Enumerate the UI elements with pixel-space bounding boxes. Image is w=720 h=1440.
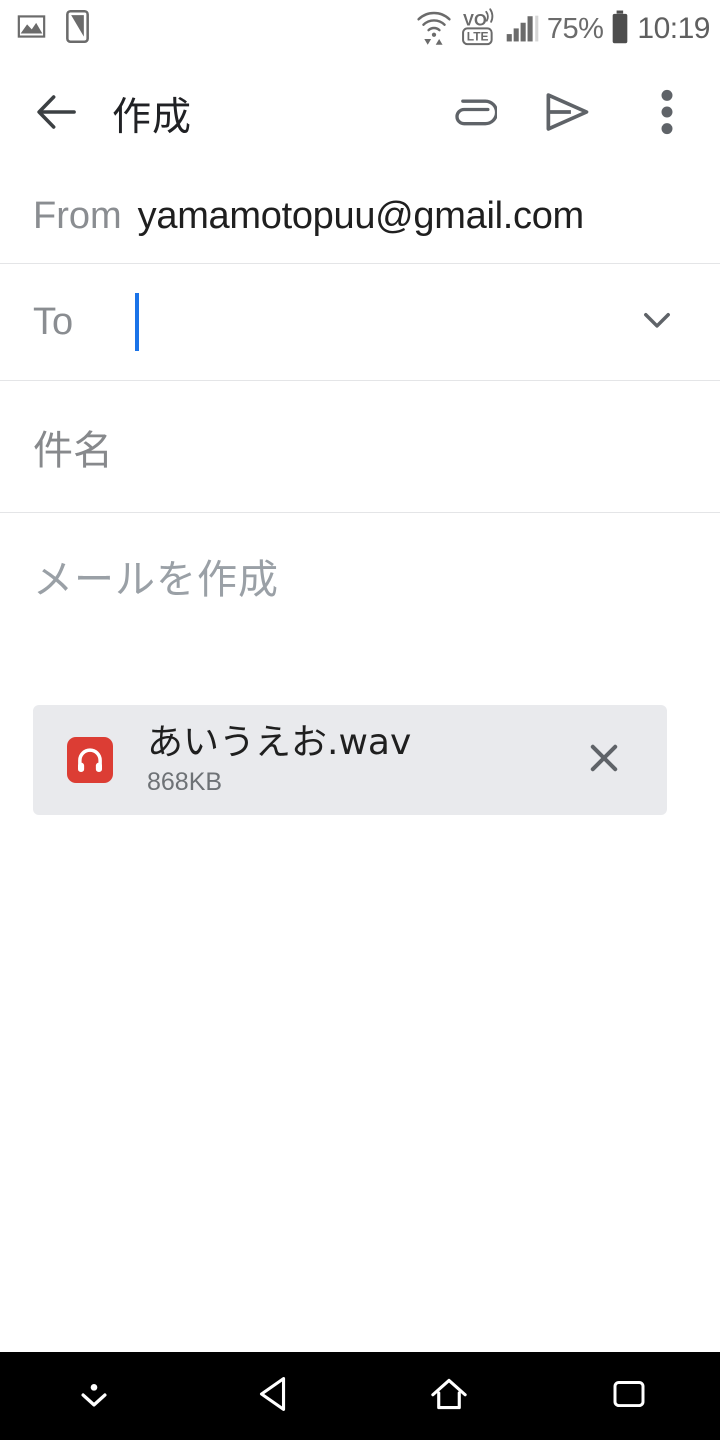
attachment-info: あいうえお.wav 868KB: [147, 723, 411, 796]
device-phone-icon: [65, 10, 90, 48]
volte-icon: VO LTE: [460, 7, 499, 52]
toolbar-actions: [441, 83, 720, 145]
attachment-name: あいうえお.wav: [147, 722, 412, 764]
hide-navbar-icon: [73, 1373, 115, 1420]
overflow-menu-icon: [648, 89, 686, 140]
back-arrow-icon: [32, 87, 82, 142]
attachment-chip[interactable]: あいうえお.wav 868KB: [33, 705, 667, 815]
nav-recents-button[interactable]: [538, 1352, 720, 1440]
battery-icon: [610, 10, 630, 49]
battery-percent-label: 75%: [546, 12, 604, 45]
chevron-down-icon: [636, 299, 678, 346]
status-bar-left-icons: [0, 10, 90, 48]
from-row[interactable]: From yamamotopuu@gmail.com: [0, 170, 720, 263]
to-input-caret: [135, 293, 140, 351]
nav-recents-icon: [608, 1373, 650, 1420]
send-icon: [541, 86, 593, 143]
hide-navbar-button[interactable]: [0, 1352, 188, 1440]
subject-input[interactable]: 件名: [33, 418, 113, 476]
screenshot-image-icon: [16, 11, 47, 47]
from-label: From: [33, 195, 122, 237]
subject-row[interactable]: 件名: [0, 381, 720, 512]
svg-text:LTE: LTE: [467, 29, 489, 43]
more-options-button[interactable]: [636, 83, 698, 145]
phone-screen: VO LTE 75% 10:19 作成 From yamamotopuu@gma…: [0, 0, 720, 1440]
nav-back-button[interactable]: [188, 1352, 360, 1440]
body-input[interactable]: メールを作成: [33, 547, 279, 605]
wifi-data-icon: [415, 7, 453, 52]
app-toolbar: 作成: [0, 58, 720, 170]
nav-home-icon: [427, 1372, 471, 1421]
to-label: To: [33, 300, 74, 343]
expand-recipients-button[interactable]: [632, 297, 682, 347]
clock-label: 10:19: [637, 12, 710, 45]
from-value: yamamotopuu@gmail.com: [137, 195, 585, 237]
remove-attachment-button[interactable]: [577, 733, 631, 787]
body-row[interactable]: メールを作成: [0, 513, 720, 663]
back-button[interactable]: [30, 87, 84, 141]
page-title: 作成: [112, 95, 193, 140]
android-navigation-bar: [0, 1352, 720, 1440]
attach-button[interactable]: [441, 83, 503, 145]
audio-headphone-icon: [67, 737, 113, 783]
nav-back-icon: [252, 1372, 296, 1421]
nav-home-button[interactable]: [360, 1352, 538, 1440]
svg-text:VO: VO: [463, 11, 487, 29]
status-bar-right-icons: VO LTE 75% 10:19: [415, 7, 720, 52]
to-row[interactable]: To: [0, 264, 720, 380]
close-icon: [583, 737, 625, 784]
signal-bars-icon: [506, 11, 540, 48]
paperclip-icon: [447, 87, 499, 142]
status-bar: VO LTE 75% 10:19: [0, 0, 720, 58]
send-button[interactable]: [536, 83, 598, 145]
attachment-size: 868KB: [147, 767, 223, 796]
